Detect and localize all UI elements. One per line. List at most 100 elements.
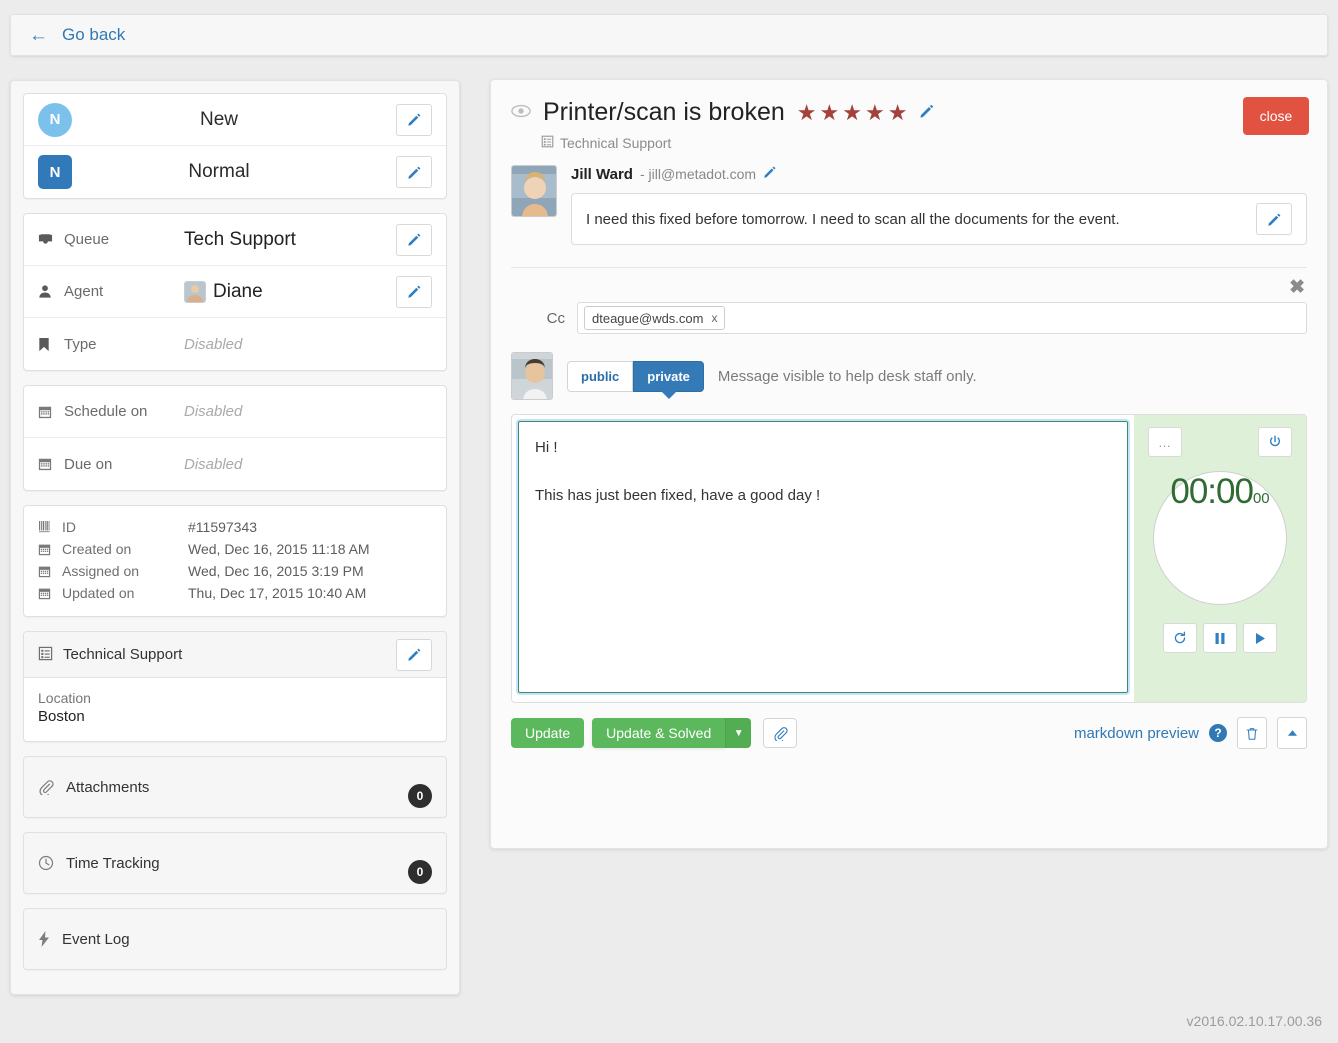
trash-icon bbox=[1245, 726, 1259, 741]
assignment-card: Queue Tech Support Agent Diane bbox=[23, 213, 447, 371]
star-icon[interactable]: ★ bbox=[820, 102, 840, 124]
timer-reset-button[interactable] bbox=[1163, 623, 1197, 653]
user-icon bbox=[38, 284, 64, 299]
queue-value: Tech Support bbox=[184, 229, 396, 251]
meta-row: Assigned on Wed, Dec 16, 2015 3:19 PM bbox=[38, 560, 432, 582]
edit-queue-button[interactable] bbox=[396, 224, 432, 256]
time-tracking-accordion[interactable]: Time Tracking 0 bbox=[23, 832, 447, 894]
reply-textarea[interactable] bbox=[518, 421, 1128, 693]
star-icon[interactable]: ★ bbox=[865, 102, 885, 124]
close-ticket-button[interactable]: close bbox=[1243, 97, 1309, 135]
message-body-text: I need this fixed before tomorrow. I nee… bbox=[586, 211, 1246, 228]
time-tracking-count: 0 bbox=[408, 860, 432, 884]
delete-draft-button[interactable] bbox=[1237, 717, 1267, 749]
schedule-on-row: Schedule on Disabled bbox=[24, 386, 446, 438]
pencil-icon bbox=[407, 232, 422, 247]
caret-up-icon bbox=[1287, 729, 1298, 737]
visibility-tabs: public private bbox=[567, 361, 704, 392]
queue-label: Queue bbox=[64, 231, 184, 248]
agent-name: Diane bbox=[213, 281, 263, 303]
meta-key: ID bbox=[62, 519, 188, 535]
form-panel-body: Location Boston bbox=[24, 678, 446, 741]
clock-icon bbox=[38, 855, 54, 871]
edit-form-button[interactable] bbox=[396, 639, 432, 671]
pause-icon bbox=[1214, 632, 1226, 645]
message-author: Jill Ward bbox=[571, 166, 633, 183]
due-on-value: Disabled bbox=[184, 456, 432, 473]
location-value: Boston bbox=[38, 708, 432, 725]
calendar-icon bbox=[38, 565, 62, 578]
priority-stars[interactable]: ★ ★ ★ ★ ★ bbox=[797, 102, 908, 124]
event-log-accordion[interactable]: Event Log bbox=[23, 908, 447, 970]
go-back-bar[interactable]: ← Go back bbox=[10, 14, 1328, 56]
pencil-icon bbox=[919, 103, 935, 119]
tab-public[interactable]: public bbox=[567, 361, 633, 392]
meta-value: Thu, Dec 17, 2015 10:40 AM bbox=[188, 585, 366, 601]
cc-label: Cc bbox=[511, 310, 565, 327]
due-on-row: Due on Disabled bbox=[24, 438, 446, 490]
timer-milliseconds: 00 bbox=[1253, 490, 1270, 507]
play-icon bbox=[1254, 632, 1266, 645]
timer-menu-button[interactable]: … bbox=[1148, 427, 1182, 457]
meta-value: #11597343 bbox=[188, 519, 257, 535]
priority-row: N Normal bbox=[24, 146, 446, 198]
agent-row: Agent Diane bbox=[24, 266, 446, 318]
priority-label: Normal bbox=[72, 161, 396, 183]
timer-time: 00:00 bbox=[1170, 472, 1253, 512]
timer-power-button[interactable] bbox=[1258, 427, 1292, 457]
location-label: Location bbox=[38, 690, 432, 706]
attachments-accordion[interactable]: Attachments 0 bbox=[23, 756, 447, 818]
go-back-link[interactable]: Go back bbox=[62, 25, 125, 45]
update-and-solved-button[interactable]: Update & Solved bbox=[592, 718, 725, 748]
tab-private[interactable]: private bbox=[633, 361, 704, 392]
edit-state-button[interactable] bbox=[396, 104, 432, 136]
star-icon[interactable]: ★ bbox=[888, 102, 908, 124]
close-icon[interactable]: ✖ bbox=[1289, 276, 1305, 299]
timer-pause-button[interactable] bbox=[1203, 623, 1237, 653]
cc-input[interactable]: dteague@wds.com x bbox=[577, 302, 1307, 334]
form-icon bbox=[38, 646, 53, 664]
event-log-label: Event Log bbox=[62, 931, 130, 948]
pencil-icon bbox=[407, 284, 422, 299]
cc-tag-email: dteague@wds.com bbox=[592, 311, 703, 326]
meta-value: Wed, Dec 16, 2015 11:18 AM bbox=[188, 541, 370, 557]
pencil-icon bbox=[1267, 212, 1282, 227]
eye-icon[interactable] bbox=[511, 104, 531, 121]
composer-actions: Update Update & Solved ▼ markdown previe… bbox=[511, 717, 1307, 749]
attach-file-button[interactable] bbox=[763, 718, 797, 748]
app-version: v2016.02.10.17.00.36 bbox=[1187, 1013, 1322, 1029]
star-icon[interactable]: ★ bbox=[842, 102, 862, 124]
edit-message-button[interactable] bbox=[1256, 203, 1292, 235]
ticket-detail-panel: Printer/scan is broken ★ ★ ★ ★ ★ Technic… bbox=[490, 79, 1328, 849]
timer-display: 00:0000 bbox=[1153, 471, 1287, 605]
state-row: N New bbox=[24, 94, 446, 146]
pencil-icon bbox=[407, 165, 422, 180]
power-icon bbox=[1268, 435, 1282, 449]
agent-value: Diane bbox=[184, 281, 396, 303]
timer-play-button[interactable] bbox=[1243, 623, 1277, 653]
reset-icon bbox=[1173, 631, 1187, 645]
update-button[interactable]: Update bbox=[511, 718, 584, 748]
paperclip-icon bbox=[773, 726, 788, 741]
cc-row: Cc dteague@wds.com x bbox=[511, 302, 1307, 334]
caret-down-icon[interactable]: ▼ bbox=[725, 718, 751, 748]
markdown-preview-link[interactable]: markdown preview bbox=[1074, 725, 1199, 742]
type-value: Disabled bbox=[184, 336, 432, 353]
due-on-label: Due on bbox=[64, 456, 184, 473]
question-icon[interactable]: ? bbox=[1209, 724, 1227, 742]
meta-key: Created on bbox=[62, 541, 188, 557]
edit-author-button[interactable] bbox=[763, 165, 777, 183]
arrow-left-icon: ← bbox=[29, 26, 48, 45]
collapse-composer-button[interactable] bbox=[1277, 717, 1307, 749]
agent-avatar bbox=[184, 281, 206, 303]
edit-priority-button[interactable] bbox=[396, 156, 432, 188]
edit-agent-button[interactable] bbox=[396, 276, 432, 308]
edit-title-button[interactable] bbox=[919, 103, 935, 122]
form-panel-header[interactable]: Technical Support bbox=[24, 632, 446, 678]
barcode-icon bbox=[38, 521, 62, 533]
remove-cc-icon[interactable]: x bbox=[711, 311, 717, 325]
meta-row: Created on Wed, Dec 16, 2015 11:18 AM bbox=[38, 538, 432, 560]
ticket-sidebar: N New N Normal Queue Tech Support bbox=[10, 80, 460, 995]
priority-avatar: N bbox=[38, 155, 72, 189]
star-icon[interactable]: ★ bbox=[797, 102, 817, 124]
